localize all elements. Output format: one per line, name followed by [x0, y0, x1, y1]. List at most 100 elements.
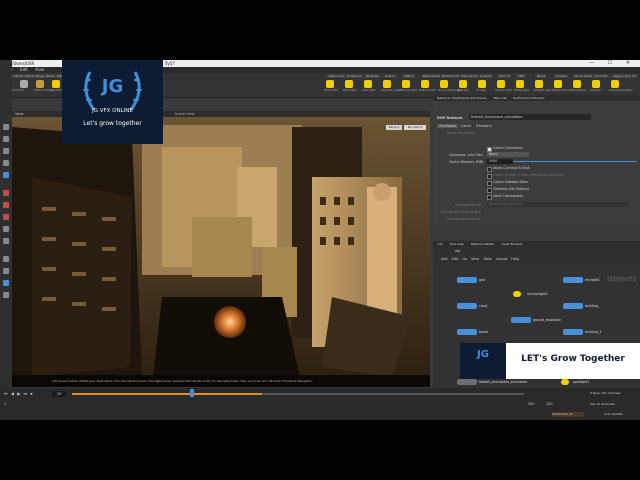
select-tool-icon[interactable] [3, 124, 9, 130]
menu-tools[interactable]: Tools [483, 257, 491, 261]
shelf-tool-icon[interactable] [497, 80, 505, 88]
frame-end[interactable]: 200 [528, 402, 534, 406]
shelf-tool-icon[interactable] [364, 80, 372, 88]
node-fireball-shockwave[interactable] [457, 379, 477, 385]
shelf-tool-icon[interactable] [326, 80, 334, 88]
substep-cache-checkbox[interactable] [487, 181, 492, 186]
tab-asset-browser[interactable]: Asset Browser [501, 242, 522, 246]
handle-tool-icon[interactable] [3, 172, 9, 178]
grid-tool-icon[interactable] [3, 238, 9, 244]
shelf-tab[interactable]: Oceans [478, 74, 494, 78]
cache-memory-field[interactable]: 5000 [487, 159, 513, 164]
tab-obj[interactable]: /obj [437, 242, 443, 246]
current-frame-field[interactable]: 20 [52, 391, 66, 397]
key-all-button[interactable]: Key All Channels [590, 402, 615, 406]
shelf-tab[interactable]: Legacy Pyro FX [611, 74, 638, 78]
allow-caching-checkbox[interactable] [487, 167, 492, 172]
snap-tool-icon[interactable] [3, 214, 9, 220]
menu-assets[interactable]: Asse [35, 67, 44, 72]
menu-layout[interactable]: Layout [496, 257, 508, 261]
display-options-icon[interactable] [3, 280, 9, 286]
reset-simulation-button[interactable]: Reset Simulation [447, 131, 476, 135]
node-bomb[interactable] [457, 329, 477, 335]
menu-add[interactable]: Add [441, 257, 448, 261]
timeline-track[interactable] [72, 393, 524, 395]
timeless-checkbox[interactable] [487, 188, 492, 193]
shelf-tab[interactable]: Cloud FX [592, 74, 610, 78]
noninteractive-cache-checkbox[interactable] [487, 174, 492, 179]
shelf-tab[interactable]: Collisions [345, 74, 364, 78]
node-grid[interactable] [457, 277, 477, 283]
node-spotlight1[interactable] [561, 379, 569, 385]
node-cam1[interactable] [457, 303, 477, 309]
node-building-3[interactable] [563, 329, 583, 335]
shelf-tool-icon[interactable] [611, 80, 619, 88]
shelf-tool-icon[interactable] [440, 80, 448, 88]
shelf-tool-icon[interactable] [383, 80, 391, 88]
subtab-transform[interactable]: Transform [474, 124, 494, 128]
cache-memory-slider[interactable] [513, 161, 637, 162]
shelf-tab[interactable]: Wires [535, 74, 548, 78]
shelf-tool-icon[interactable] [573, 80, 581, 88]
shelf-tool-icon[interactable] [52, 80, 60, 88]
no-cam-menu[interactable]: No cam ▾ [404, 125, 426, 130]
menu-view[interactable]: View [471, 257, 479, 261]
shelf-tool-icon[interactable] [402, 80, 410, 88]
shelf-tab[interactable]: FEM [516, 74, 527, 78]
shelf-tool-icon[interactable] [36, 80, 44, 88]
frame-start[interactable]: 1 [4, 402, 6, 406]
checkpoint-file-field[interactable]: $HIP/sim/$OS_$SF.sim [487, 202, 629, 207]
scene-viewport[interactable]: Persp ▾ No cam ▾ Left mouse tumbles. Mid… [12, 117, 430, 387]
auto-update-button[interactable]: Auto Update [604, 412, 623, 416]
shelf-tool-icon[interactable] [478, 80, 486, 88]
tab-performance[interactable]: Performance Monitor [513, 96, 544, 100]
shelf-tab[interactable]: Pyro FX [497, 74, 513, 78]
menu-help[interactable]: Help [511, 257, 519, 261]
node-name-field[interactable]: fireball_shockwave_simulation [469, 114, 591, 120]
shelf-tool-icon[interactable] [421, 80, 429, 88]
scale-tool-icon[interactable] [3, 160, 9, 166]
shelf-tool-icon[interactable] [459, 80, 467, 88]
shelf-tool-icon[interactable] [345, 80, 353, 88]
menu-go[interactable]: Go [462, 257, 467, 261]
node-envlight1[interactable] [563, 277, 583, 283]
menu-edit[interactable]: Edit [20, 67, 28, 72]
compress-select[interactable]: None [487, 152, 529, 157]
move-tool-icon[interactable] [3, 136, 9, 142]
frame-end-2[interactable]: 200 [546, 402, 552, 406]
camera-menu[interactable]: Persp ▾ [386, 125, 402, 130]
node-building[interactable] [563, 303, 583, 309]
shelf-tool-icon[interactable] [535, 80, 543, 88]
save-checkpoints-checkbox[interactable] [487, 195, 492, 200]
light-tool-icon[interactable] [3, 268, 9, 274]
shelf-tool-icon[interactable] [20, 80, 28, 88]
window-controls[interactable]: — ☐ ✕ [589, 60, 636, 67]
viewport-header-tab-scene[interactable]: Scene View [174, 112, 194, 116]
network-path[interactable]: obj [455, 249, 460, 253]
tab-tree-view[interactable]: Tree View [450, 242, 464, 246]
shelf-tab[interactable]: Crowds [554, 74, 570, 78]
record-tool-icon[interactable] [3, 190, 9, 196]
shelf-tab[interactable]: Vellum [402, 74, 417, 78]
tab-take-list[interactable]: Take List [493, 96, 506, 100]
lock-camera-icon[interactable] [3, 256, 9, 262]
node-volumelight1[interactable] [513, 291, 521, 297]
shelf-tab[interactable]: Particles [364, 74, 381, 78]
menu-edit-net[interactable]: Edit [452, 257, 459, 261]
subtab-cache[interactable]: Cache [459, 124, 473, 128]
rotate-tool-icon[interactable] [3, 148, 9, 154]
pose-tool-icon[interactable] [3, 202, 9, 208]
timeline-playhead[interactable] [190, 389, 194, 397]
shelf-tool-icon[interactable] [516, 80, 524, 88]
view-tool-icon[interactable] [3, 226, 9, 232]
playback-controls[interactable]: ⏮ ◀ ▶ ⏭ ⏹ [4, 391, 48, 397]
tab-network[interactable]: Network: /obj/fireball_shockwave [437, 96, 487, 100]
subtab-simulation[interactable]: Simulation [437, 124, 458, 128]
shelf-tool-icon[interactable] [554, 80, 562, 88]
shading-tool-icon[interactable] [3, 292, 9, 298]
shelf-tab[interactable]: Grains [383, 74, 397, 78]
tab-material-palette[interactable]: Material Palette [471, 242, 495, 246]
shelf-tool-icon[interactable] [592, 80, 600, 88]
node-ground-explosion[interactable] [511, 317, 531, 323]
viewport-tab[interactable]: View [15, 112, 23, 116]
